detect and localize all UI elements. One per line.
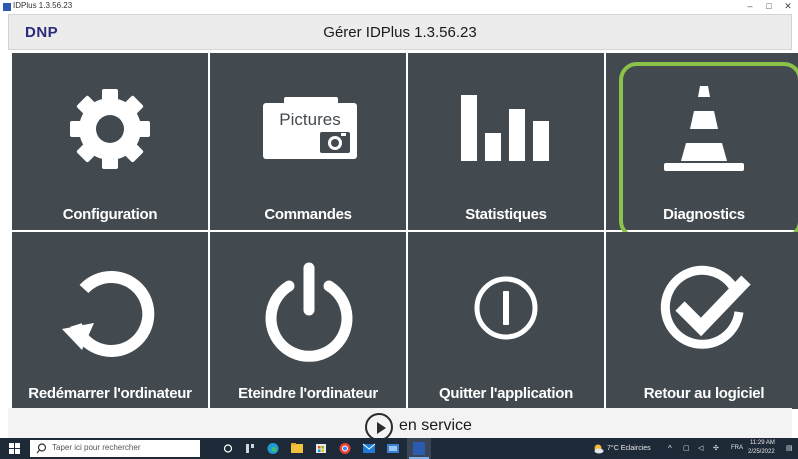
mail-icon[interactable] <box>362 438 376 459</box>
quit-application-button[interactable]: Quitter l'application <box>408 232 604 409</box>
diagnostics-button[interactable]: Diagnostics <box>606 53 798 239</box>
close-button[interactable]: ✕ <box>779 0 797 14</box>
return-to-software-label: Retour au logiciel <box>643 385 765 402</box>
quit-application-label: Quitter l'application <box>439 385 573 402</box>
gear-icon <box>70 89 150 169</box>
widgets-icon[interactable] <box>244 438 256 459</box>
edge-browser-icon[interactable] <box>266 438 280 459</box>
restart-computer-label: Redémarrer l'ordinateur <box>28 385 192 402</box>
traffic-cone-icon <box>664 86 744 171</box>
pictures-camera-icon: Pictures <box>263 97 357 159</box>
restart-icon <box>62 270 155 357</box>
wifi-icon[interactable]: ✣ <box>713 444 719 452</box>
statistiques-button[interactable]: Statistiques <box>408 53 604 230</box>
configuration-button[interactable]: Configuration <box>12 53 208 230</box>
search-placeholder: Taper ici pour rechercher <box>52 443 141 452</box>
menu-grid: Configuration Pictures Commandes Statist… <box>8 50 798 409</box>
return-to-software-button[interactable]: Retour au logiciel <box>606 232 798 409</box>
exit-icon <box>474 276 538 340</box>
page-title: Gérer IDPlus 1.3.56.23 <box>323 24 477 41</box>
taskbar: Taper ici pour rechercher 7°C Eclaircies… <box>0 438 798 459</box>
play-icon[interactable] <box>365 413 393 441</box>
commandes-label: Commandes <box>264 206 352 223</box>
weather-text[interactable]: 7°C Eclaircies <box>607 445 651 452</box>
taskbar-search-input[interactable]: Taper ici pour rechercher <box>30 440 200 457</box>
power-icon <box>265 262 353 362</box>
window-titlebar: IDPlus 1.3.56.23 – □ ✕ <box>0 0 798 14</box>
maximize-button[interactable]: □ <box>760 0 778 14</box>
file-explorer-icon[interactable] <box>290 438 304 459</box>
weather-icon[interactable] <box>592 438 604 459</box>
statistiques-label: Statistiques <box>465 206 547 223</box>
windows-start-icon[interactable] <box>8 438 22 459</box>
notifications-icon[interactable]: ▤ <box>786 444 793 452</box>
clock-time[interactable]: 11:29 AM <box>750 440 775 446</box>
minimize-button[interactable]: – <box>741 0 759 14</box>
service-status-label: en service <box>399 417 472 434</box>
search-icon <box>36 443 47 454</box>
diagnostics-label: Diagnostics <box>663 206 745 223</box>
service-bar: en service <box>8 408 792 441</box>
taskbar-app-icon[interactable] <box>386 438 400 459</box>
app-header: DNP Gérer IDPlus 1.3.56.23 <box>8 14 792 50</box>
pictures-text: Pictures <box>279 110 340 129</box>
commandes-button[interactable]: Pictures Commandes <box>210 53 406 230</box>
chrome-icon[interactable] <box>338 438 352 459</box>
clock-date[interactable]: 2/25/2022 <box>748 449 775 455</box>
app-icon <box>3 3 11 11</box>
configuration-label: Configuration <box>62 206 158 223</box>
shutdown-computer-button[interactable]: Eteindre l'ordinateur <box>210 232 406 409</box>
chevron-up-icon[interactable]: ^ <box>668 444 672 453</box>
store-icon[interactable] <box>314 438 328 459</box>
shutdown-computer-label: Eteindre l'ordinateur <box>238 385 378 402</box>
bar-chart-icon <box>461 95 549 161</box>
restart-computer-button[interactable]: Redémarrer l'ordinateur <box>12 232 208 409</box>
checkmark-icon <box>660 265 751 349</box>
window-title: IDPlus 1.3.56.23 <box>13 1 73 10</box>
idplus-taskbar-icon[interactable] <box>407 438 431 459</box>
language-indicator[interactable]: FRA <box>731 445 743 451</box>
volume-icon[interactable]: ◁ <box>698 444 703 452</box>
task-view-icon[interactable] <box>222 438 234 459</box>
network-icon[interactable]: ▢ <box>683 444 690 452</box>
